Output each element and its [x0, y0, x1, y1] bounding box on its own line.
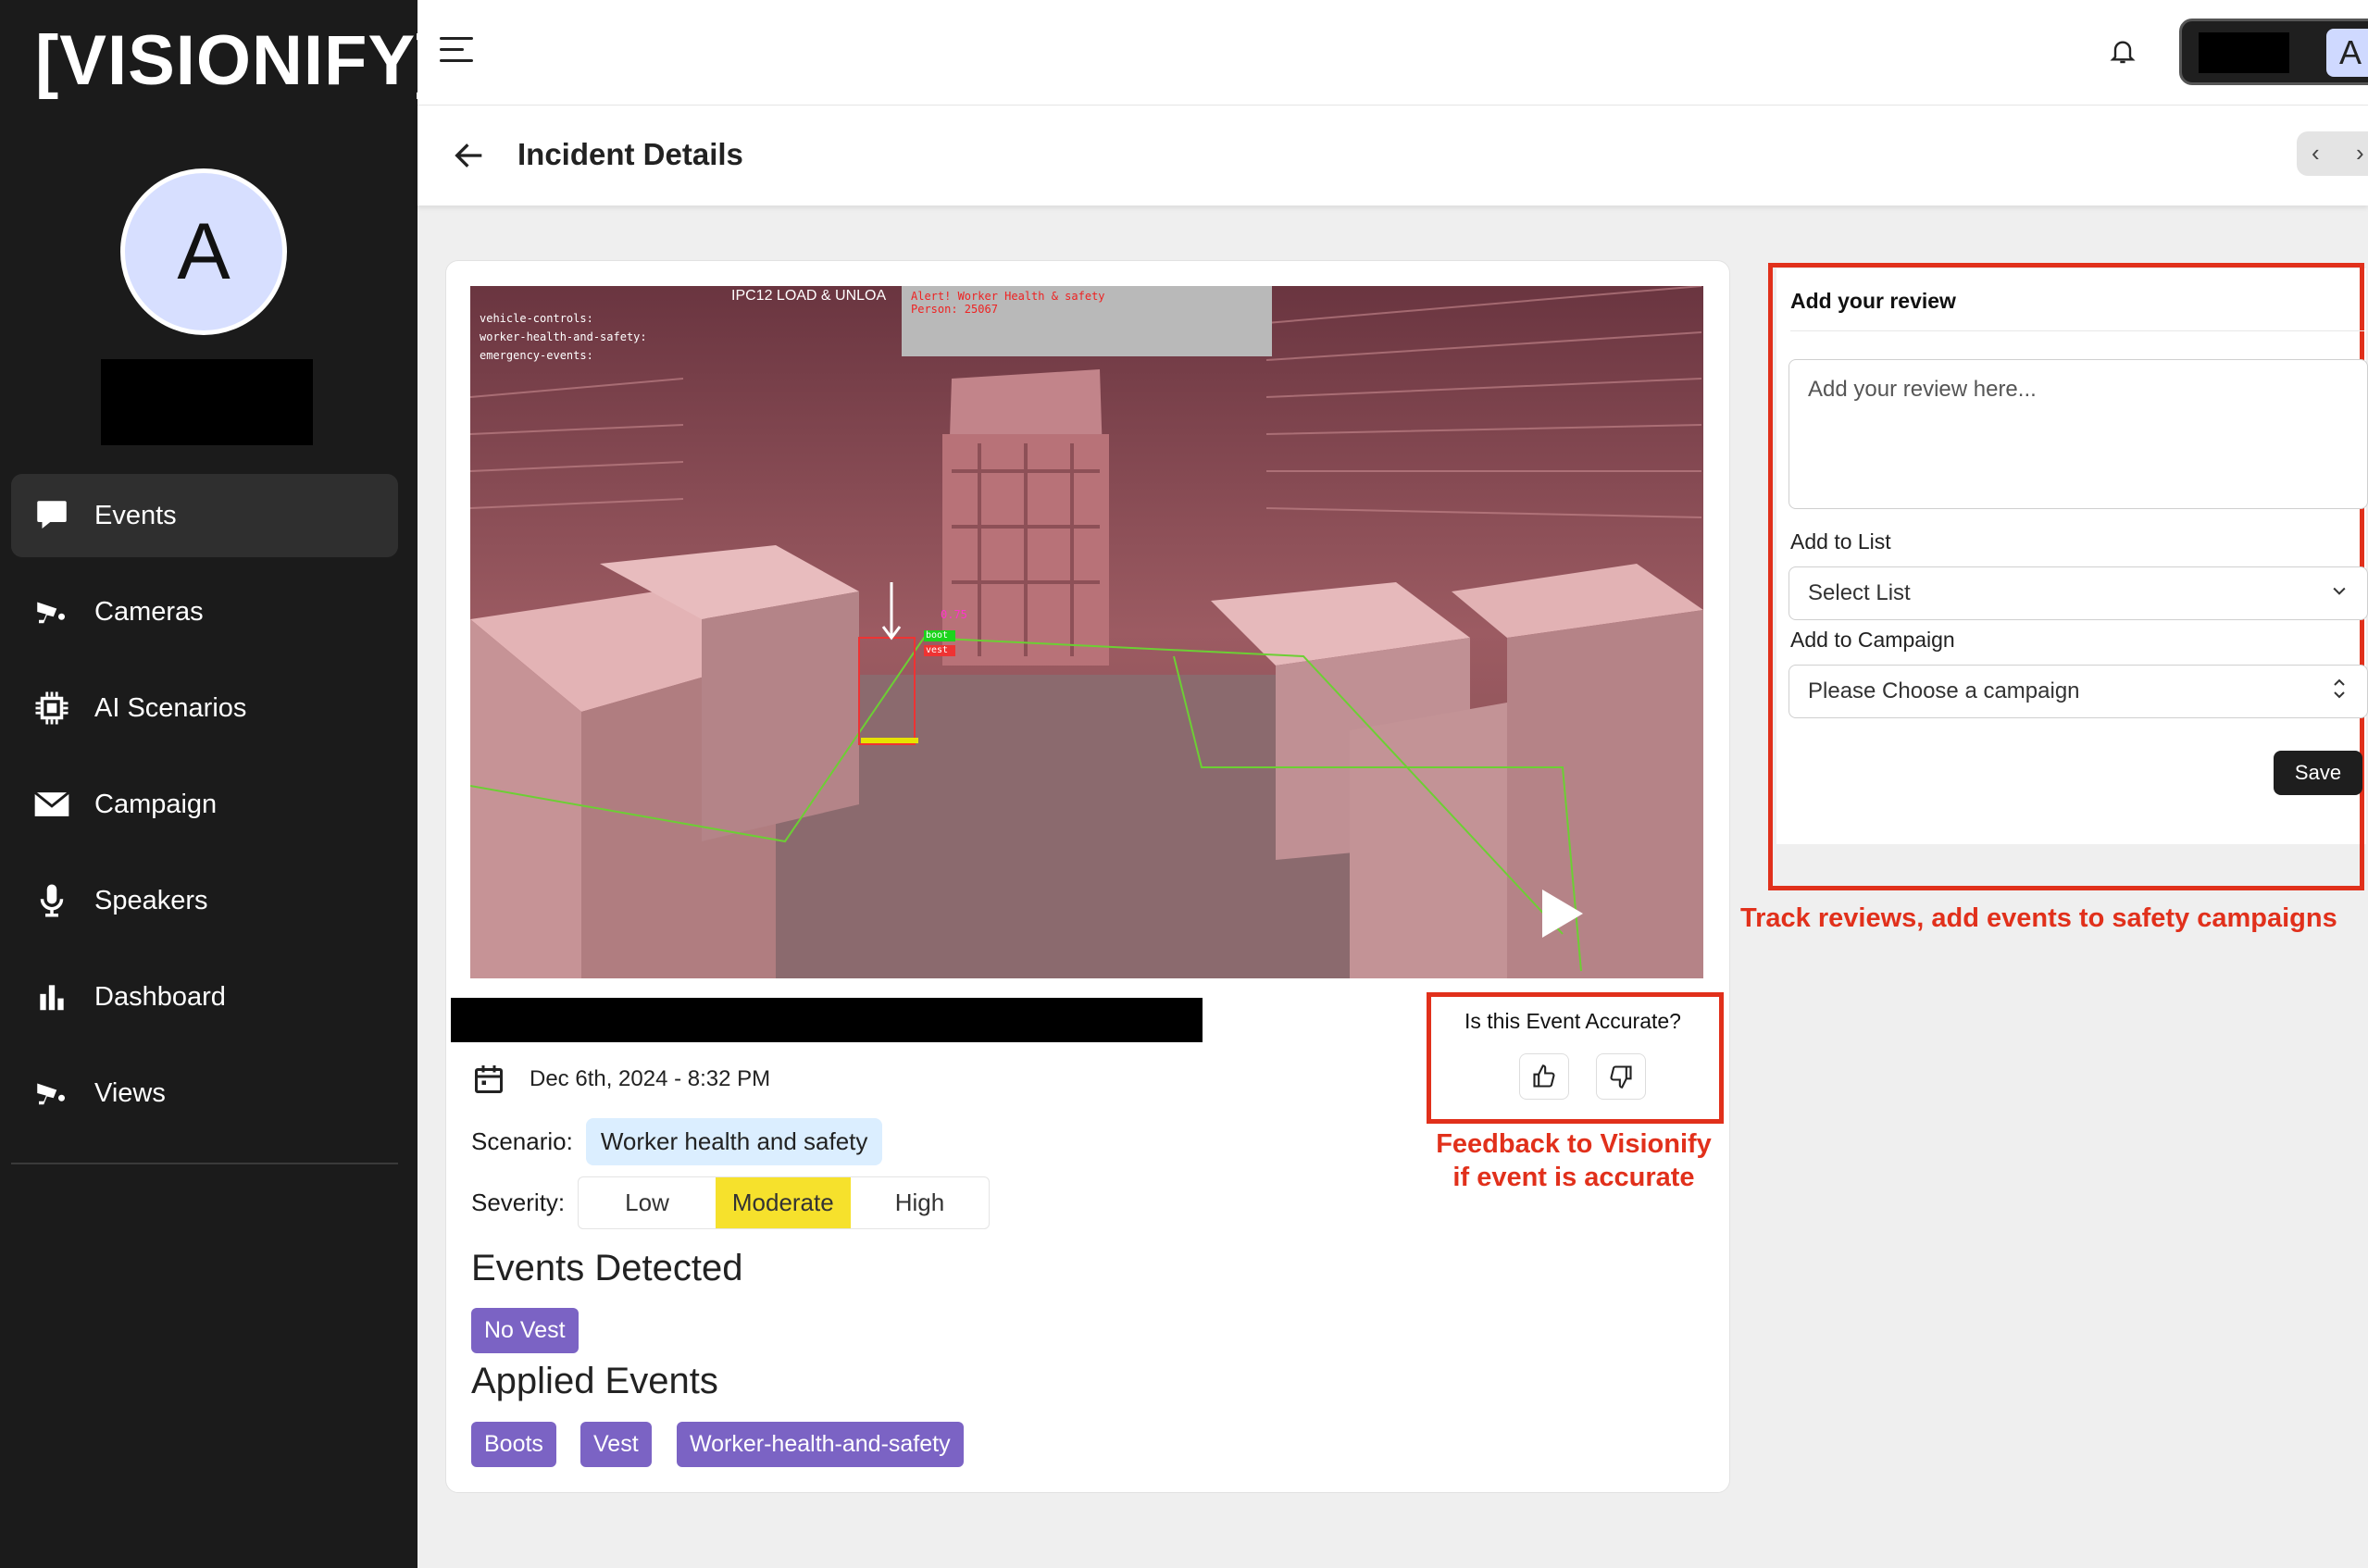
microphone-icon [31, 880, 72, 921]
alert-line-2: Person: 25067 [911, 303, 998, 316]
overlay-line-1: vehicle-controls: [480, 312, 593, 325]
camera-icon [31, 591, 72, 632]
severity-low[interactable]: Low [579, 1177, 716, 1228]
visionify-logo[interactable]: [VISIONIFY]® [35, 24, 453, 98]
alert-line-1: Alert! Worker Health & safety [911, 290, 1105, 303]
sidebar-item-cameras[interactable]: Cameras [11, 570, 398, 653]
sidebar-item-label: Speakers [94, 885, 208, 915]
detection-score: 0.75 [941, 608, 967, 621]
play-icon[interactable] [1542, 890, 1583, 938]
applied-chip-worker-health: Worker-health-and-safety [677, 1422, 964, 1467]
redacted-user-name [101, 359, 313, 445]
menu-icon[interactable] [440, 37, 473, 65]
pager: ‹ › [2297, 131, 2368, 176]
date-text: Dec 6th, 2024 - 8:32 PM [530, 1066, 771, 1091]
review-textarea[interactable] [1788, 359, 2368, 509]
back-arrow-icon[interactable] [451, 137, 490, 174]
applied-chip-vest: Vest [580, 1422, 652, 1467]
camera-icon [31, 1073, 72, 1114]
vest-tag: vest [926, 645, 949, 655]
sidebar-item-label: Dashboard [94, 981, 226, 1012]
event-chip-no-vest: No Vest [471, 1308, 579, 1353]
account-menu[interactable]: A [2179, 19, 2368, 85]
sidebar-item-views[interactable]: Views [11, 1052, 398, 1135]
video-frame [470, 286, 1703, 978]
save-button[interactable]: Save [2274, 751, 2362, 795]
overlay-line-2: worker-health-and-safety: [480, 330, 647, 343]
sidebar-item-campaign[interactable]: Campaign [11, 763, 398, 846]
add-to-list-label: Add to List [1790, 529, 1891, 554]
redacted-event-title [451, 998, 1203, 1042]
severity-label: Severity: [471, 1188, 566, 1216]
bell-icon[interactable] [2108, 35, 2141, 68]
avatar[interactable]: A [120, 168, 287, 335]
severity-row: Severity: Low Moderate High [471, 1176, 991, 1229]
prev-button[interactable]: ‹ [2312, 139, 2320, 168]
sidebar-item-label: Views [94, 1077, 166, 1108]
top-bar: A [418, 0, 2368, 106]
boot-tag: boot [926, 630, 949, 641]
campaign-select-value: Please Choose a campaign [1808, 678, 2080, 703]
review-annotation: Track reviews, add events to safety camp… [1740, 903, 2337, 933]
severity-moderate[interactable]: Moderate [715, 1177, 851, 1228]
accuracy-annotation: Feedback to Visionify if event is accura… [1436, 1129, 1712, 1192]
updown-chevron-icon [2330, 676, 2349, 708]
account-avatar[interactable]: A [2326, 29, 2368, 77]
chip-icon [31, 688, 72, 728]
sidebar-item-dashboard[interactable]: Dashboard [11, 955, 398, 1039]
sidebar-item-label: Cameras [94, 596, 204, 627]
scenario-label: Scenario: [471, 1127, 573, 1155]
incident-video[interactable]: IPC12 LOAD & UNLOA Alert! Worker Health … [470, 286, 1703, 978]
calendar-icon [472, 1063, 505, 1096]
thumbs-down-icon[interactable] [1596, 1053, 1646, 1100]
sidebar-item-events[interactable]: Events [11, 474, 398, 557]
applied-chip-boots: Boots [471, 1422, 556, 1467]
sidebar: [VISIONIFY]® A Events Cameras AI Scenari… [0, 0, 452, 1568]
list-select-value: Select List [1808, 580, 1911, 605]
thumbs-up-icon[interactable] [1519, 1053, 1569, 1100]
sidebar-item-ai-scenarios[interactable]: AI Scenarios [11, 666, 398, 750]
scenario-row: Scenario: Worker health and safety [471, 1118, 883, 1165]
redacted-account [2199, 32, 2289, 73]
list-select[interactable]: Select List [1788, 566, 2368, 620]
severity-high[interactable]: High [851, 1177, 989, 1228]
chevron-down-icon [2330, 580, 2349, 606]
sidebar-nav: Events Cameras AI Scenarios Campaign Spe… [11, 474, 398, 1148]
review-divider [1790, 330, 2364, 331]
accuracy-question: Is this Event Accurate? [1464, 1009, 1681, 1033]
sidebar-item-speakers[interactable]: Speakers [11, 859, 398, 942]
add-to-campaign-label: Add to Campaign [1790, 628, 1955, 652]
sidebar-item-label: AI Scenarios [94, 692, 247, 723]
page-header: Incident Details ‹ › [418, 106, 2368, 205]
sidebar-divider [11, 1163, 398, 1164]
severity-selector: Low Moderate High [578, 1176, 991, 1229]
campaign-select[interactable]: Please Choose a campaign [1788, 665, 2368, 718]
events-detected-title: Events Detected [471, 1248, 743, 1288]
envelope-icon [31, 784, 72, 825]
sidebar-item-label: Campaign [94, 789, 218, 819]
incident-date: Dec 6th, 2024 - 8:32 PM [472, 1063, 770, 1096]
camera-label: IPC12 LOAD & UNLOA [731, 288, 887, 304]
scenario-chip: Worker health and safety [585, 1118, 883, 1165]
bar-chart-icon [31, 977, 72, 1017]
review-title: Add your review [1790, 289, 1956, 313]
next-button[interactable]: › [2356, 139, 2364, 168]
sidebar-item-label: Events [94, 500, 177, 530]
chat-bubble-icon [31, 495, 72, 536]
applied-events-title: Applied Events [471, 1361, 718, 1401]
overlay-line-3: emergency-events: [480, 349, 593, 362]
page-title: Incident Details [517, 137, 743, 171]
